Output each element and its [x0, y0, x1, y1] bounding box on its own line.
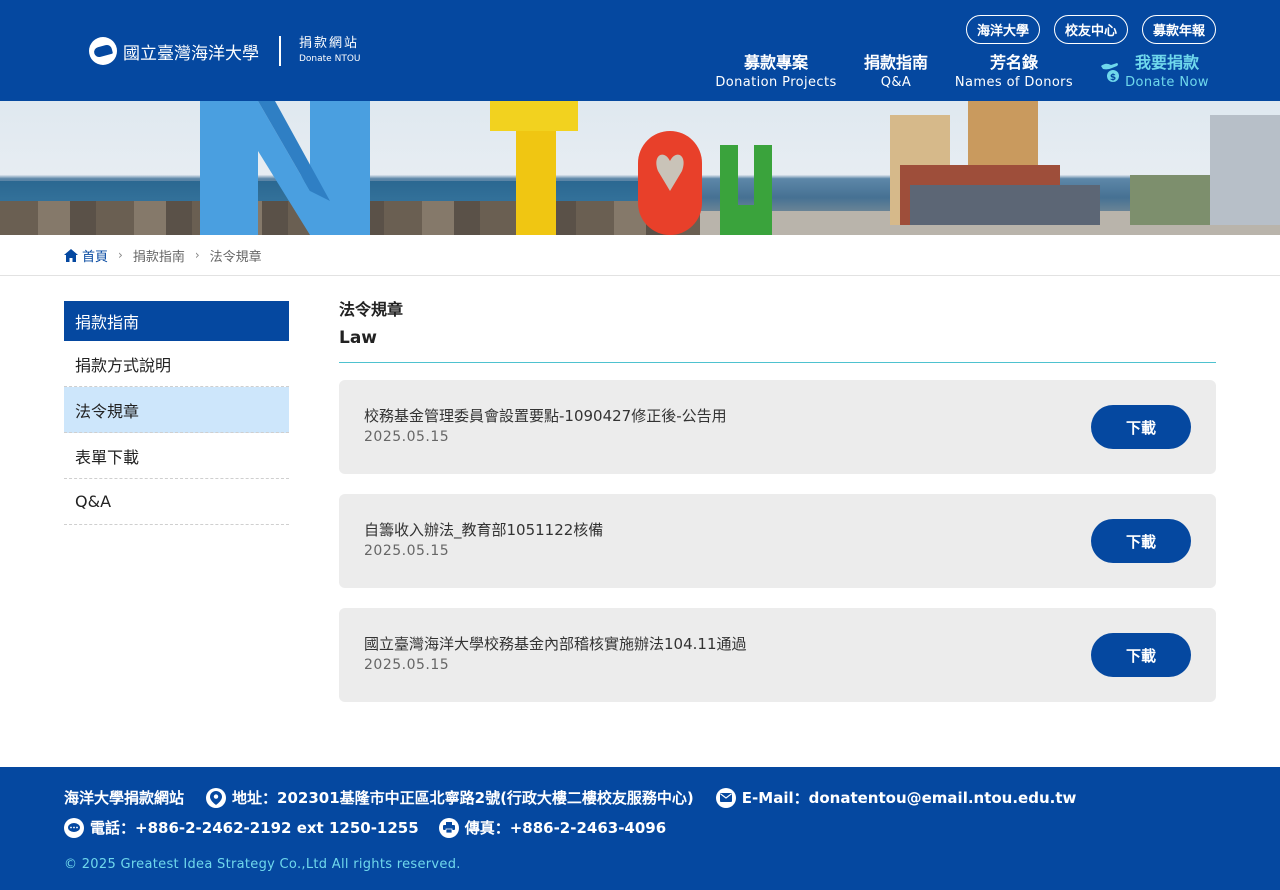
nav-label-en: Donation Projects [715, 75, 837, 90]
breadcrumb-divider [0, 275, 1280, 276]
footer-copyright: © 2025 Greatest Idea Strategy Co.,Ltd Al… [64, 857, 461, 872]
hero-banner [0, 101, 1280, 235]
nav-donation-guide[interactable]: 捐款指南 Q&A [856, 54, 936, 94]
banner-letter-heart-o [638, 131, 702, 235]
fax-icon [438, 817, 459, 838]
document-date: 2025.05.15 [364, 657, 450, 673]
page-subtitle: Law [339, 328, 378, 348]
location-icon [206, 787, 227, 808]
chevron-right-icon: › [118, 248, 123, 262]
document-item: 自籌收入辦法_教育部1051122核備 2025.05.15 下載 [339, 494, 1216, 588]
document-title: 國立臺灣海洋大學校務基金內部稽核實施辦法104.11通過 [364, 635, 747, 653]
breadcrumb-level1[interactable]: 捐款指南 [133, 246, 185, 265]
main-nav: 募款專案 Donation Projects 捐款指南 Q&A 芳名錄 Name… [0, 54, 1280, 98]
breadcrumb: 首頁 › 捐款指南 › 法令規章 [64, 243, 262, 267]
document-date: 2025.05.15 [364, 429, 450, 445]
sidebar-item-donation-methods[interactable]: 捐款方式說明 [64, 341, 289, 387]
footer-address: 地址：202301基隆市中正區北寧路2號(行政大樓二樓校友服務中心) [206, 787, 694, 808]
banner-letter-t [490, 101, 578, 235]
footer-phone: 電話：+886-2-2462-2192 ext 1250-1255 [64, 817, 419, 838]
mail-icon [715, 787, 736, 808]
banner-city [880, 101, 1280, 235]
nav-names-of-donors[interactable]: 芳名錄 Names of Donors [955, 54, 1073, 94]
title-divider [339, 362, 1216, 363]
download-button[interactable]: 下載 [1091, 405, 1191, 449]
nav-donate-now[interactable]: 我要捐款 Donate Now [1125, 53, 1209, 94]
breadcrumb-home[interactable]: 首頁 [64, 246, 108, 265]
banner-letter-n [200, 101, 370, 235]
sidebar: 捐款指南 捐款方式說明 法令規章 表單下載 Q&A [64, 301, 289, 525]
main-content: 法令規章 Law 校務基金管理委員會設置要點-1090427修正後-公告用 20… [339, 298, 1216, 702]
download-button[interactable]: 下載 [1091, 633, 1191, 677]
page-title: 法令規章 [339, 300, 404, 319]
footer-address-text: 地址：202301基隆市中正區北寧路2號(行政大樓二樓校友服務中心) [232, 789, 694, 807]
banner-letter-u [720, 145, 772, 235]
link-annual-report[interactable]: 募款年報 [1141, 15, 1216, 44]
nav-label-en: Names of Donors [954, 75, 1074, 90]
nav-label-zh: 芳名錄 [989, 53, 1038, 72]
nav-label-zh: 捐款指南 [863, 53, 928, 72]
document-item: 國立臺灣海洋大學校務基金內部稽核實施辦法104.11通過 2025.05.15 … [339, 608, 1216, 702]
site-footer: 海洋大學捐款網站 地址：202301基隆市中正區北寧路2號(行政大樓二樓校友服務… [0, 767, 1280, 890]
chevron-right-icon: › [194, 248, 200, 262]
donate-hand-icon: $ [1101, 63, 1119, 83]
sidebar-item-form-download[interactable]: 表單下載 [64, 433, 289, 479]
footer-row-2: 電話：+886-2-2462-2192 ext 1250-1255 傳真：+88… [64, 817, 666, 838]
download-button[interactable]: 下載 [1091, 519, 1191, 563]
chat-icon [64, 817, 84, 838]
breadcrumb-home-label: 首頁 [82, 249, 109, 265]
footer-email-text: E-Mail：donatentou@email.ntou.edu.tw [741, 789, 1077, 807]
footer-email[interactable]: E-Mail：donatentou@email.ntou.edu.tw [715, 787, 1077, 808]
nav-label-zh: 我要捐款 [1134, 53, 1199, 72]
sidebar-item-qa[interactable]: Q&A [64, 479, 289, 525]
svg-text:$: $ [1110, 73, 1116, 83]
sidebar-heading: 捐款指南 [64, 301, 289, 341]
link-alumni-center[interactable]: 校友中心 [1053, 15, 1128, 44]
document-title: 校務基金管理委員會設置要點-1090427修正後-公告用 [364, 407, 727, 425]
nav-donation-projects[interactable]: 募款專案 Donation Projects [715, 53, 837, 94]
document-title: 自籌收入辦法_教育部1051122核備 [364, 521, 604, 539]
footer-fax-text: 傳真：+886-2-2463-4096 [464, 819, 667, 837]
footer-row-1: 海洋大學捐款網站 地址：202301基隆市中正區北寧路2號(行政大樓二樓校友服務… [64, 787, 1076, 808]
nav-label-en: Donate Now [1125, 75, 1209, 90]
top-links: 海洋大學 校友中心 募款年報 [965, 15, 1216, 44]
nav-label-zh: 募款專案 [743, 53, 808, 72]
sidebar-item-law[interactable]: 法令規章 [64, 387, 289, 433]
site-header: 國立臺灣海洋大學 捐款網站 Donate NTOU 海洋大學 校友中心 募款年報… [0, 0, 1280, 101]
logo-site-zh: 捐款網站 [299, 36, 360, 51]
footer-fax: 傳真：+886-2-2463-4096 [438, 817, 667, 838]
document-date: 2025.05.15 [364, 543, 450, 559]
home-icon [64, 248, 78, 262]
link-ntou[interactable]: 海洋大學 [965, 15, 1040, 44]
footer-phone-text: 電話：+886-2-2462-2192 ext 1250-1255 [90, 819, 419, 837]
document-item: 校務基金管理委員會設置要點-1090427修正後-公告用 2025.05.15 … [339, 380, 1216, 474]
footer-site-name: 海洋大學捐款網站 [64, 789, 185, 807]
breadcrumb-current: 法令規章 [209, 249, 262, 265]
nav-label-en: Q&A [880, 75, 912, 90]
